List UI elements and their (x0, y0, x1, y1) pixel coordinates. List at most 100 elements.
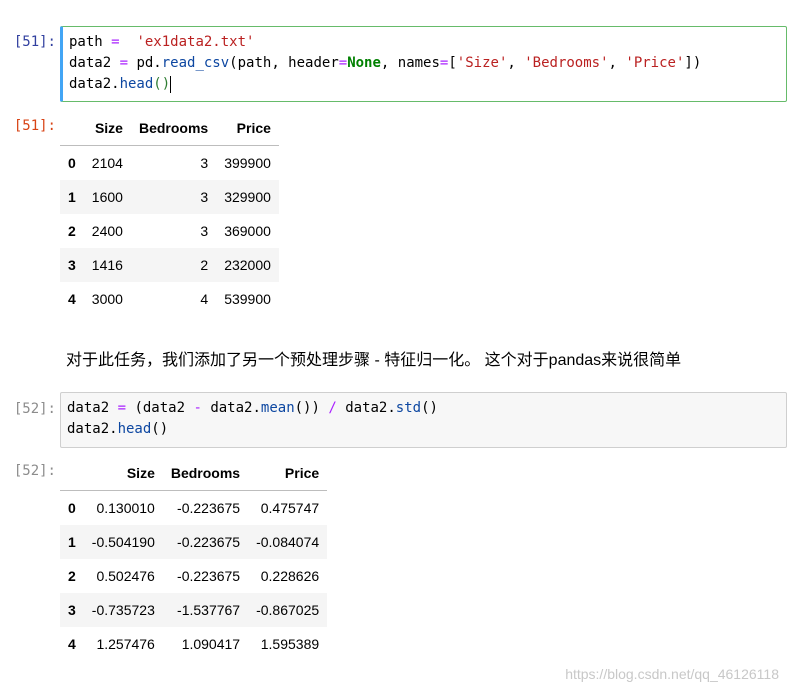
code-token: data2. (69, 76, 120, 92)
code-token: , (608, 55, 626, 71)
code-token: head (117, 421, 152, 437)
row-index: 1 (68, 534, 76, 550)
column-header: Bedrooms (130, 111, 217, 146)
table-cell: 4 (200, 291, 209, 307)
code-token: mean (260, 400, 295, 416)
output-prompt-51: [51]: (13, 118, 56, 134)
table-row: 4 3000 4 539900 (60, 282, 279, 316)
code-token: - (193, 400, 202, 416)
row-index: 2 (68, 568, 76, 584)
code-token: head (119, 76, 154, 92)
input-prompt-52: [52]: (13, 401, 56, 417)
code-token: , names (380, 55, 440, 71)
output-prompt-52: [52]: (13, 463, 56, 479)
code-token: None (347, 55, 381, 71)
table-cell: 329900 (224, 189, 271, 205)
code-token: (data2 (126, 400, 194, 416)
table-cell: -0.223675 (177, 534, 241, 550)
table-cell: 3 (200, 189, 209, 205)
table-cell: 539900 (224, 291, 271, 307)
code-token: data2 (67, 400, 118, 416)
code-token: [ (448, 55, 457, 71)
table-cell: 1416 (91, 257, 123, 273)
dataframe-output-51: Size Bedrooms Price 0 2104 3 399900 1 16… (60, 111, 279, 316)
row-index: 4 (68, 636, 76, 652)
table-cell: 0.228626 (260, 568, 320, 584)
column-header: Size (83, 111, 131, 146)
table-cell: 1.595389 (260, 636, 320, 652)
table-row: 1 -0.504190 -0.223675 -0.084074 (60, 525, 328, 559)
code-cell-52[interactable]: data2 = (data2 - data2.mean()) / data2.s… (60, 392, 787, 448)
code-cell-51[interactable]: path = 'ex1data2.txt' data2 = pd.read_cs… (60, 26, 787, 102)
code-token: 'Size' (456, 55, 508, 71)
row-index: 3 (68, 257, 76, 273)
row-index: 0 (68, 500, 76, 516)
code-token: = (338, 55, 348, 71)
table-cell: -0.223675 (177, 500, 241, 516)
code-token: read_csv (161, 55, 230, 71)
table-cell: -0.084074 (256, 534, 320, 550)
markdown-text: 对于此任务，我们添加了另一个预处理步骤 - 特征归一化。 这个对于pandas来… (66, 352, 682, 369)
dataframe-output-52: Size Bedrooms Price 0 0.130010 -0.223675… (60, 456, 328, 661)
table-cell: 0.502476 (96, 568, 155, 584)
code-token: data2. (201, 400, 261, 416)
table-cell: -0.504190 (91, 534, 155, 550)
table-cell: 2 (200, 257, 209, 273)
row-index: 4 (68, 291, 76, 307)
table-row: 3 1416 2 232000 (60, 248, 279, 282)
column-header: Price (248, 456, 328, 491)
code-token: data2 (69, 55, 120, 71)
code-token: = (111, 34, 120, 50)
code-token: = (117, 400, 127, 416)
code-token: ()) (294, 400, 329, 416)
code-token: = (119, 55, 129, 71)
code-token: () (153, 76, 171, 92)
column-header: Size (83, 456, 163, 491)
column-header: Price (216, 111, 279, 146)
table-cell: 1600 (91, 189, 123, 205)
table-cell: 2400 (91, 223, 123, 239)
code-token: ]) (684, 55, 702, 71)
table-cell: 2104 (91, 155, 123, 171)
row-index: 0 (68, 155, 76, 171)
row-index: 1 (68, 189, 76, 205)
row-index: 3 (68, 602, 76, 618)
table-row: 1 1600 3 329900 (60, 180, 279, 214)
watermark: https://blog.csdn.net/qq_46126118 (565, 666, 779, 682)
table-row: 0 2104 3 399900 (60, 146, 279, 181)
table-header-row: Size Bedrooms Price (60, 111, 279, 146)
table-cell: 0.130010 (96, 500, 155, 516)
table-row: 0 0.130010 -0.223675 0.475747 (60, 491, 327, 526)
table-cell: 3 (200, 155, 209, 171)
table-cell: -1.537767 (177, 602, 241, 618)
table-cell: 1.257476 (96, 636, 155, 652)
code-token: 'Price' (625, 55, 685, 71)
table-row: 2 0.502476 -0.223675 0.228626 (60, 559, 327, 593)
code-token: path (69, 34, 112, 50)
table-cell: -0.735723 (91, 602, 155, 618)
row-index: 2 (68, 223, 76, 239)
table-cell: -0.223675 (177, 568, 241, 584)
code-token: () (421, 400, 438, 416)
column-header: Bedrooms (162, 456, 249, 491)
table-cell: 1.090417 (181, 636, 241, 652)
code-token: std (395, 400, 422, 416)
code-token: 'ex1data2.txt' (136, 34, 255, 50)
index-header (60, 456, 84, 491)
table-row: 2 2400 3 369000 (60, 214, 279, 248)
code-token: () (151, 421, 169, 437)
text-cursor (170, 75, 172, 93)
table-cell: 0.475747 (260, 500, 320, 516)
table-cell: 232000 (224, 257, 271, 273)
table-header-row: Size Bedrooms Price (60, 456, 328, 491)
code-token: data2. (336, 400, 396, 416)
code-token: pd. (128, 55, 162, 71)
input-prompt-51: [51]: (13, 34, 56, 50)
table-row: 3 -0.735723 -1.537767 -0.867025 (60, 593, 328, 627)
table-cell: 3 (200, 223, 209, 239)
table-cell: 3000 (91, 291, 123, 307)
code-token: (path, header (229, 55, 339, 71)
code-token: 'Bedrooms' (524, 55, 609, 71)
code-token: , (507, 55, 525, 71)
